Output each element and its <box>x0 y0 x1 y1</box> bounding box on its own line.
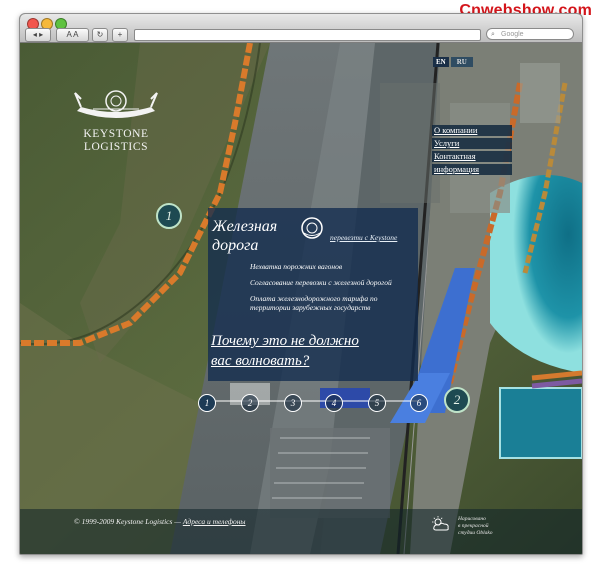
panel-title-line-1: Железная <box>212 218 278 235</box>
logo-line-1: KEYSTONE <box>83 128 149 140</box>
search-icon: ⌕ <box>491 31 495 38</box>
lang-en[interactable]: EN <box>433 57 449 67</box>
panel-title-line-2: дорога <box>212 237 259 254</box>
step-4[interactable]: 4 <box>325 394 343 412</box>
nav-services[interactable]: Услуги <box>432 138 512 149</box>
step-5[interactable]: 5 <box>368 394 386 412</box>
panel-title: Железная дорога <box>212 217 302 255</box>
copyright: © 1999-2009 Keystone Logistics — Адреса … <box>74 517 246 526</box>
keystone-emblem-icon <box>301 217 323 239</box>
step-3[interactable]: 3 <box>284 394 302 412</box>
site-logo[interactable]: KEYSTONE LOGISTICS <box>66 89 166 154</box>
problem-item: Нехватка порожних вагонов <box>250 262 343 271</box>
why-link[interactable]: Почему это не должно вас волновать? <box>211 331 411 371</box>
page-footer: © 1999-2009 Keystone Logistics — Адреса … <box>20 509 582 554</box>
text-size-button[interactable]: A A <box>56 28 89 42</box>
info-panel: Железная дорога перевезти с Keystone Нех… <box>208 208 418 381</box>
main-nav: О компании Услуги Контактная информация <box>432 125 512 177</box>
nav-contacts-line-2[interactable]: информация <box>432 164 512 175</box>
cloud-studio-icon[interactable] <box>430 515 452 533</box>
studio-credit: Нарисовано в прекрасной студии Oblako <box>458 516 493 536</box>
back-forward-button[interactable]: ◂ ▸ <box>25 28 51 42</box>
problem-item: Согласование перевозки с железной дорого… <box>250 278 392 287</box>
address-bar[interactable] <box>134 29 481 41</box>
browser-toolbar: ◂ ▸ A A ↻ + ⌕ Google <box>20 14 582 43</box>
problem-item: Оплата железнодорожного тарифа по террито… <box>250 294 378 312</box>
step-2[interactable]: 2 <box>241 394 259 412</box>
map-marker-2[interactable]: 2 <box>444 387 470 413</box>
logo-line-2: LOGISTICS <box>83 141 149 153</box>
problem-list: Нехватка порожних вагонов Согласование п… <box>250 262 420 312</box>
translate-link[interactable]: перевезти с Keystone <box>330 233 397 242</box>
nav-about[interactable]: О компании <box>432 125 512 136</box>
language-switcher: EN RU <box>433 57 473 67</box>
browser-window: ◂ ▸ A A ↻ + ⌕ Google KEYSTONE LOGISTICS … <box>19 13 583 555</box>
viking-ship-icon <box>74 90 158 118</box>
lang-ru[interactable]: RU <box>450 57 473 67</box>
reload-icon[interactable]: ↻ <box>92 28 108 42</box>
nav-contacts-line-1[interactable]: Контактная <box>432 151 512 162</box>
step-1[interactable]: 1 <box>198 394 216 412</box>
search-placeholder: Google <box>501 31 524 38</box>
map-marker-1[interactable]: 1 <box>156 203 182 229</box>
add-bookmark-icon[interactable]: + <box>112 28 128 42</box>
page-viewport: KEYSTONE LOGISTICS EN RU О компании Услуг… <box>20 43 582 554</box>
step-6[interactable]: 6 <box>410 394 428 412</box>
addresses-link[interactable]: Адреса и телефоны <box>183 517 246 526</box>
search-input[interactable]: ⌕ Google <box>486 28 574 40</box>
